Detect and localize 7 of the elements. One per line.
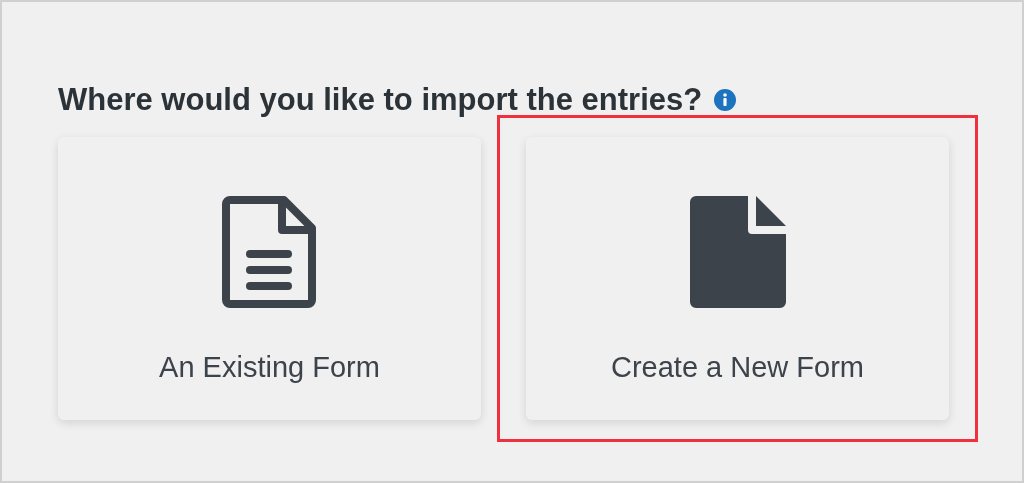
option-card[interactable]: Create a New Form — [526, 137, 949, 420]
heading: Where would you like to import the entries? — [58, 80, 703, 119]
document-lines-icon — [221, 196, 318, 308]
option-label: An Existing Form — [159, 350, 380, 385]
option-label: Create a New Form — [611, 350, 864, 385]
option-card[interactable]: An Existing Form — [58, 137, 481, 420]
document-icon — [689, 196, 786, 308]
